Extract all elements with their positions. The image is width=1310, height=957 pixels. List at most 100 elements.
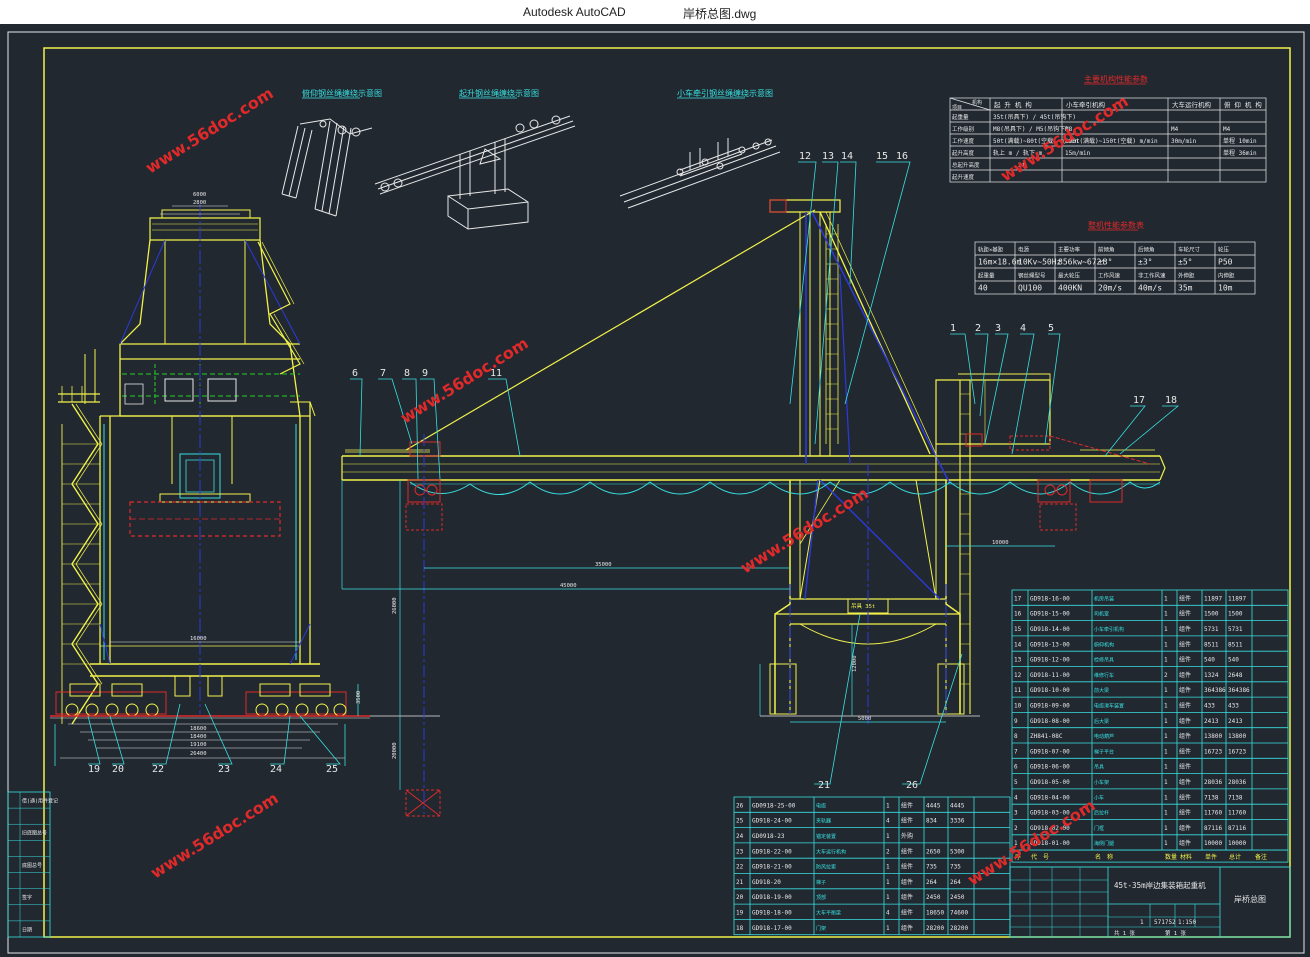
parts-right-cell: 吊具 <box>1094 765 1104 771</box>
callout-16: 16 <box>896 151 908 162</box>
callout-9: 9 <box>422 368 428 379</box>
parts-right-cell: 10000 <box>1204 840 1222 847</box>
parts-right-cell: 17 <box>1014 595 1022 602</box>
title-block: 45t-35m岸边集装箱起重机 岸桥总图 571752 1:150 1 共 1 … <box>1009 866 1291 938</box>
spec-cell: M4 <box>1223 126 1231 133</box>
parts-right-header-cell: 名 称 <box>1095 853 1113 861</box>
parts-right-cell: 维修行车 <box>1094 672 1114 679</box>
parts-right-cell: 1 <box>1164 794 1168 801</box>
parts-right-cell: 组件 <box>1179 702 1191 710</box>
parts-left-cell: 组件 <box>901 801 913 809</box>
parts-right-cell: 10 <box>1014 703 1022 710</box>
parts-left-cell: 1 <box>886 925 890 932</box>
param-value-cell: ±3° <box>1098 258 1112 267</box>
parts-right-cell: 2413 <box>1204 718 1219 725</box>
dim-backreach: 10000 <box>992 540 1009 546</box>
parts-right-cell: 11 <box>1014 687 1022 694</box>
parts-right-header-row <box>1011 849 1289 863</box>
parts-left-cell: 2 <box>886 848 890 855</box>
callout-17: 17 <box>1133 395 1145 406</box>
parts-right-cell: 5731 <box>1228 626 1243 633</box>
parts-left-cell: 组件 <box>901 924 913 932</box>
parts-left-cell: 4 <box>886 818 890 825</box>
parts-right-cell: 7138 <box>1204 794 1219 801</box>
parts-right-cell: 16723 <box>1228 748 1246 755</box>
parts-right-cell: 1500 <box>1204 611 1219 618</box>
parts-left-cell: GD918-19-00 <box>752 894 792 901</box>
parts-right-cell: 司机室 <box>1094 611 1109 618</box>
parts-right-cell: 433 <box>1228 703 1239 710</box>
parts-left-cell: 锚定装置 <box>816 833 836 840</box>
parts-right-cell: 组件 <box>1179 610 1191 618</box>
parts-left-cell: 1 <box>886 802 890 809</box>
callout-14: 14 <box>841 151 853 162</box>
title-sheet: 共 1 张 <box>1114 929 1135 937</box>
view-title-trolley: 小车牵引钢丝绳缠绕示意图 <box>677 88 773 98</box>
param-header-cell: 主要功率 <box>1058 246 1081 254</box>
parts-right-cell: 电缆滑车装置 <box>1094 703 1124 710</box>
parts-left-cell: 大车运行机构 <box>816 848 846 855</box>
parts-right-header-cell: 单件 <box>1205 853 1217 861</box>
callout-8: 8 <box>404 368 410 379</box>
title-sheet-no: 第 1 张 <box>1165 929 1186 937</box>
dim-top-inner: 2800 <box>193 200 206 206</box>
callout-5: 5 <box>1048 323 1054 334</box>
callout-6: 6 <box>352 368 358 379</box>
parts-right-cell: 组件 <box>1179 763 1191 771</box>
callout-21: 21 <box>818 780 830 791</box>
drawing-canvas[interactable]: 俯仰钢丝绳缠绕示意图 起升钢丝绳缠绕示意图 小车牵引钢丝绳缠绕示意图 6000 … <box>0 24 1310 957</box>
parts-right-cell: 87116 <box>1228 825 1246 832</box>
watermark-3: www.56doc.com <box>397 333 532 427</box>
spec-column-header: 俯 仰 机 构 <box>1224 100 1262 109</box>
parts-left-cell: 1 <box>886 879 890 886</box>
param-header-cell: 后倾角 <box>1138 246 1155 254</box>
parts-left-cell: 2450 <box>926 894 941 901</box>
parts-right-cell: 13800 <box>1204 733 1222 740</box>
callout-25: 25 <box>326 764 338 775</box>
spec-table-title: 主要机构性能参数 <box>1084 74 1148 84</box>
callout-20: 20 <box>112 764 124 775</box>
spec-cell: 15m/min <box>1065 150 1091 157</box>
param-header-cell: 最大轮压 <box>1058 272 1081 280</box>
view-title-hoist: 起升钢丝绳缠绕示意图 <box>459 88 539 98</box>
dim-portal-gap: 5000 <box>858 716 871 722</box>
callout-4: 4 <box>1020 323 1026 334</box>
parts-right-cell: 1500 <box>1228 611 1243 618</box>
spec-row-label: 起升高度 <box>952 149 975 157</box>
parts-left-cell: 组件 <box>901 893 913 901</box>
spec-header-top: 机构 <box>972 99 982 106</box>
watermark-4: www.56doc.com <box>737 483 872 577</box>
parts-left-cell: GD0918-23 <box>752 833 785 840</box>
param-header-cell: 电源 <box>1018 246 1030 254</box>
title-weight: 571752 <box>1154 919 1176 926</box>
dim-outreach: 35000 <box>595 562 612 568</box>
title-qty: 1 <box>1140 919 1144 926</box>
parts-right-cell: 1 <box>1164 626 1168 633</box>
parts-right-cell: 87116 <box>1204 825 1222 832</box>
side-block-label: 签字 <box>22 894 32 901</box>
parts-left-cell: 22 <box>736 864 744 871</box>
side-block-label: 日期 <box>22 927 32 933</box>
callout-24: 24 <box>270 764 282 775</box>
dim-portal-clear: 12000 <box>852 655 858 672</box>
side-block-label: 借(通)用件登记 <box>22 797 58 804</box>
cad-drawing[interactable]: 俯仰钢丝绳缠绕示意图 起升钢丝绳缠绕示意图 小车牵引钢丝绳缠绕示意图 6000 … <box>0 24 1310 957</box>
parts-right-cell: 2413 <box>1228 718 1243 725</box>
parts-left-cell: 264 <box>950 879 961 886</box>
parts-right-cell: 前大梁 <box>1094 687 1109 694</box>
param-value-cell: P50 <box>1218 258 1233 267</box>
parts-right-cell: 4 <box>1014 794 1018 801</box>
parts-list-left: 26 GD0918-25-00 电缆 1 组件 4445 4445 25 GD918-24-00… <box>733 796 1011 936</box>
dim-below-rail: 20000 <box>392 742 398 759</box>
parts-right-cell: 9 <box>1014 718 1018 725</box>
callout-3: 3 <box>995 323 1001 334</box>
side-block-label: 旧底图总号 <box>22 830 47 837</box>
param-value-cell: 35m <box>1178 284 1193 293</box>
trolley-label: 吊具 35t <box>851 603 875 610</box>
parts-right-cell: 28036 <box>1204 779 1222 786</box>
parts-right-cell: 1 <box>1164 764 1168 771</box>
parts-left-cell: GD918-24-00 <box>752 818 792 825</box>
parts-right-cell: GD918-16-00 <box>1030 595 1070 602</box>
parts-left-cell: 4445 <box>950 802 965 809</box>
side-block-label: 底图总号 <box>22 862 42 869</box>
